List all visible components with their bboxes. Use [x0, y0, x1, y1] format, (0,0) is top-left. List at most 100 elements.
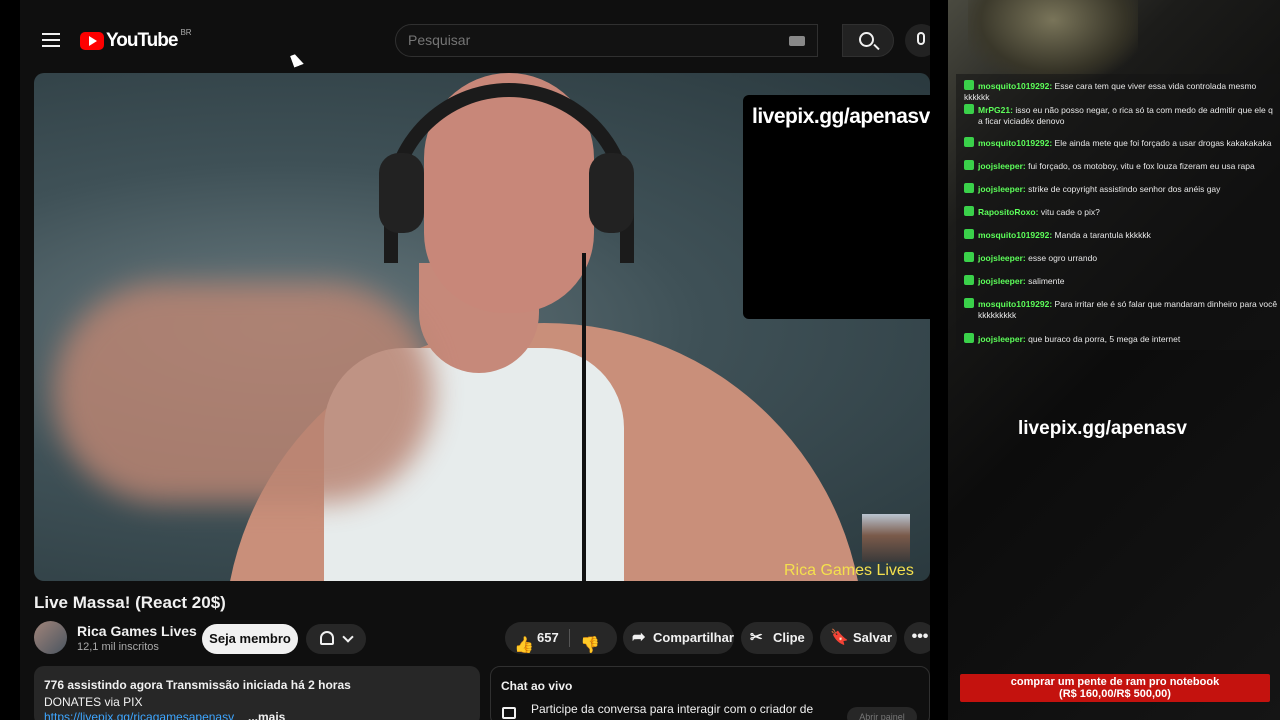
chat-message-text: esse ogro urrando	[1028, 253, 1098, 263]
save-button[interactable]: 🔖 Salvar	[820, 622, 897, 654]
chat-message-text: strike de copyright assistindo senhor do…	[1028, 184, 1221, 194]
logo-region: BR	[180, 27, 192, 37]
keyboard-icon[interactable]	[789, 36, 805, 46]
description-text: DONATES via PIX	[44, 695, 143, 709]
overlay-chat-message: joojsleeper: strike de copyright assisti…	[964, 183, 1280, 195]
join-button[interactable]: Seja membro	[202, 624, 298, 654]
more-actions-button[interactable]: •••	[904, 622, 930, 654]
chat-username: RapositoRoxo:	[978, 207, 1039, 217]
live-chat-join-text: Participe da conversa para interagir com…	[531, 702, 814, 716]
chat-badge-icon	[964, 183, 974, 193]
save-label: Salvar	[853, 630, 893, 645]
chat-message-text: vitu cade o pix?	[1040, 207, 1100, 217]
chat-username: mosquito1019292:	[978, 138, 1053, 148]
description-box[interactable]: 776 assistindo agora Transmissão iniciad…	[34, 666, 480, 720]
chat-username: joojsleeper:	[978, 276, 1026, 286]
donation-goal-amount: (R$ 160,00/R$ 500,00)	[1059, 688, 1171, 700]
overlay-link-text: livepix.gg/apenasv	[1018, 418, 1187, 439]
overlay-chat-message: MrPG21: isso eu não posso negar, o rica …	[964, 104, 1280, 127]
menu-icon[interactable]	[42, 33, 60, 47]
chat-username: joojsleeper:	[978, 161, 1026, 171]
channel-watermark: Rica Games Lives	[784, 562, 914, 579]
share-icon: ➦	[632, 629, 646, 646]
stream-overlay-sidebar: mosquito1019292: Esse cara tem que viver…	[948, 0, 1280, 720]
thumbs-down-icon[interactable]: 👎	[580, 630, 600, 662]
overlay-chat-message: mosquito1019292: Manda a tarantula kkkkk…	[964, 229, 1280, 241]
chat-badge-icon	[964, 229, 974, 239]
live-chat-title: Chat ao vivo	[501, 679, 573, 693]
overlay-chat-panel: mosquito1019292: Esse cara tem que viver…	[956, 74, 1280, 350]
chat-username: joojsleeper:	[978, 184, 1026, 194]
overlay-chat-message: mosquito1019292: Esse cara tem que viver…	[964, 80, 1280, 103]
chat-badge-icon	[964, 160, 974, 170]
like-count[interactable]: 657	[537, 622, 559, 654]
search-button[interactable]	[842, 24, 894, 57]
chat-badge-icon	[964, 206, 974, 216]
chat-username: mosquito1019292:	[978, 81, 1053, 91]
youtube-play-icon	[80, 32, 104, 50]
live-stats: 776 assistindo agora Transmissão iniciad…	[44, 678, 351, 692]
chat-message-text: que buraco da porra, 5 mega de internet	[1028, 334, 1181, 344]
scissors-icon: ✂	[750, 629, 763, 646]
overlay-chat-message: RapositoRoxo: vitu cade o pix?	[964, 206, 1280, 218]
top-bar: YouTube BR	[20, 0, 930, 80]
chat-username: mosquito1019292:	[978, 230, 1053, 240]
voice-search-button[interactable]	[905, 24, 930, 57]
show-more-link[interactable]: ...mais	[248, 710, 285, 720]
chat-message-text: isso eu não posso negar, o rica só ta co…	[1015, 105, 1273, 115]
bell-icon	[320, 631, 334, 645]
video-player[interactable]: livepix.gg/apenasv Rica Games Lives	[34, 73, 930, 581]
chat-username: MrPG21:	[978, 105, 1013, 115]
overlay-chat-message: joojsleeper: fui forçado, os motoboy, vi…	[964, 160, 1280, 172]
search-input[interactable]	[408, 32, 768, 48]
chat-message-text: salimente	[1028, 276, 1065, 286]
open-chat-panel-button[interactable]: Abrir painel	[847, 707, 917, 720]
chat-username: joojsleeper:	[978, 253, 1026, 263]
overlay-chat-message: joojsleeper: esse ogro urrando	[964, 252, 1280, 264]
chat-icon	[502, 707, 516, 719]
chat-message-text: Ele ainda mete que foi forçado a usar dr…	[1054, 138, 1272, 148]
channel-avatar[interactable]	[34, 621, 67, 654]
chat-badge-icon	[964, 252, 974, 262]
overlay-chat-message: joojsleeper: salimente	[964, 275, 1280, 287]
chat-username: joojsleeper:	[978, 334, 1026, 344]
clip-button[interactable]: ✂ Clipe	[741, 622, 813, 654]
chat-badge-icon	[964, 80, 974, 90]
chevron-down-icon	[342, 631, 354, 643]
overlay-chat-message: mosquito1019292: Para irritar ele é só f…	[964, 298, 1280, 321]
chat-message-text: Manda a tarantula kkkkkk	[1054, 230, 1151, 240]
search-box	[395, 24, 818, 57]
channel-thumbnail	[862, 514, 910, 562]
chat-username: mosquito1019292:	[978, 299, 1053, 309]
youtube-page: YouTube BR livepix.gg/apenasv Rica Games…	[20, 0, 930, 720]
live-chat-box: Chat ao vivo Participe da conversa para …	[490, 666, 930, 720]
donation-goal-banner: comprar um pente de ram pro notebook (R$…	[960, 674, 1270, 702]
microphone-icon	[917, 32, 925, 45]
share-button[interactable]: ➦ Compartilhar	[623, 622, 734, 654]
search-icon	[859, 32, 874, 47]
chat-badge-icon	[964, 104, 974, 114]
subscriber-count: 12,1 mil inscritos	[77, 641, 159, 653]
share-label: Compartilhar	[653, 630, 734, 645]
donation-goal-text: comprar um pente de ram pro notebook	[1010, 676, 1220, 688]
clip-label: Clipe	[773, 630, 805, 645]
stream-overlay-link: livepix.gg/apenasv	[752, 105, 930, 128]
chat-message-continuation: a ficar viciadéx denovo	[978, 116, 1065, 126]
chat-badge-icon	[964, 137, 974, 147]
thumbs-up-icon[interactable]: 👍	[514, 630, 534, 662]
chat-message-continuation: kkkkkkkkk	[978, 310, 1017, 320]
chat-message-text: Para irritar ele é só falar que mandaram…	[1054, 299, 1280, 309]
chat-message-text: fui forçado, os motoboy, vitu e fox louz…	[1028, 161, 1255, 171]
chat-badge-icon	[964, 298, 974, 308]
notification-button[interactable]	[306, 624, 366, 654]
youtube-logo[interactable]: YouTube BR	[80, 27, 192, 52]
chat-badge-icon	[964, 275, 974, 285]
overlay-chat-message: mosquito1019292: Ele ainda mete que foi …	[964, 137, 1280, 149]
logo-text: YouTube	[106, 30, 178, 51]
video-title: Live Massa! (React 20$)	[34, 593, 226, 612]
bookmark-icon: 🔖	[830, 629, 849, 646]
chat-badge-icon	[964, 333, 974, 343]
overlay-chat-message: joojsleeper: que buraco da porra, 5 mega…	[964, 333, 1280, 345]
channel-name[interactable]: Rica Games Lives	[77, 623, 197, 639]
description-link[interactable]: https://livepix.gg/ricagamesapenasv	[44, 710, 234, 720]
